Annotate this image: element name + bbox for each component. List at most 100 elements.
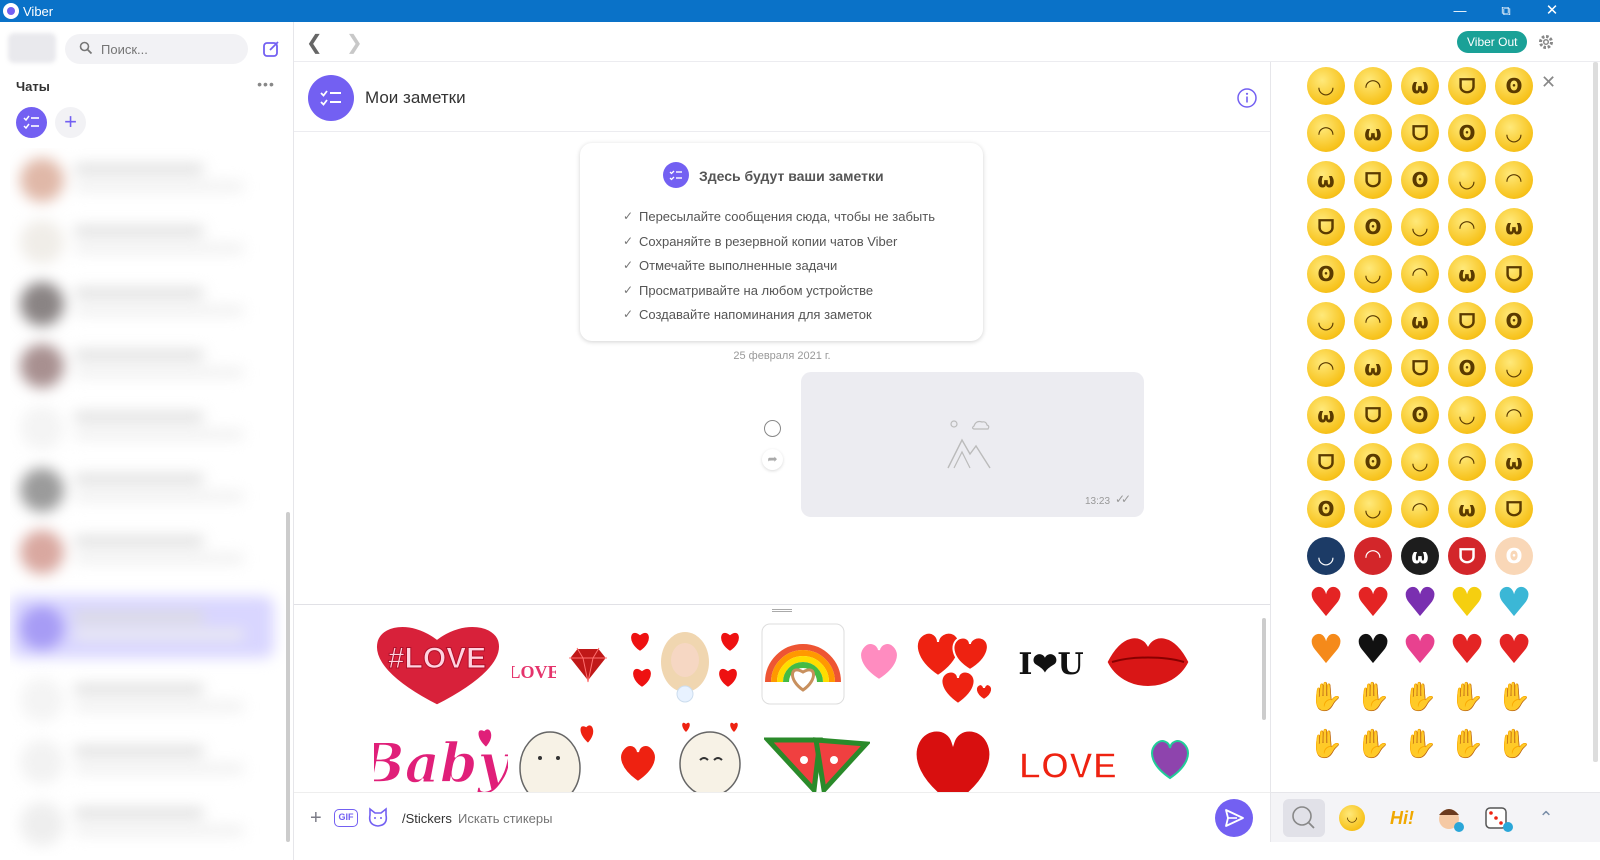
emoji-face-icon[interactable]: ◡ xyxy=(1448,396,1486,434)
send-button[interactable] xyxy=(1215,799,1253,837)
sticker-pack-hi-tab[interactable]: Hi! xyxy=(1381,799,1423,837)
emoji-face-icon[interactable]: ◠ xyxy=(1354,67,1392,105)
sticker-pack-dice-tab[interactable] xyxy=(1477,799,1519,837)
emoji-face-icon[interactable]: ω xyxy=(1401,537,1439,575)
emoji-heart-icon[interactable]: ♥ xyxy=(1401,583,1439,623)
sticker-pack-avatar-tab[interactable] xyxy=(1429,799,1471,837)
emoji-face-icon[interactable]: ᗜ xyxy=(1354,396,1392,434)
my-avatar[interactable] xyxy=(8,33,56,63)
emoji-face-icon[interactable]: ᗜ xyxy=(1495,255,1533,293)
emoji-face-icon[interactable]: ◡ xyxy=(1354,255,1392,293)
emoji-hand-icon[interactable]: ✋ xyxy=(1307,678,1345,716)
chat-list-item[interactable] xyxy=(10,334,274,396)
emoji-heart-icon[interactable]: ♥ xyxy=(1495,583,1533,623)
emoji-hand-icon[interactable]: ✋ xyxy=(1401,678,1439,716)
emoji-face-icon[interactable]: ω xyxy=(1354,114,1392,152)
sticker-cat-icon[interactable] xyxy=(367,807,389,829)
emoji-face-icon[interactable]: ω xyxy=(1448,490,1486,528)
emoji-heart-icon[interactable]: ♥ xyxy=(1401,630,1439,670)
image-message[interactable]: 13:23 ✓✓ xyxy=(801,372,1144,517)
search-box[interactable] xyxy=(65,34,248,64)
attach-plus-button[interactable]: + xyxy=(310,807,322,830)
emoji-hand-icon[interactable]: ✋ xyxy=(1495,725,1533,763)
emoji-search-tab[interactable] xyxy=(1283,799,1325,837)
emoji-face-icon[interactable]: ᗜ xyxy=(1495,490,1533,528)
back-chevron-icon[interactable]: ❮ xyxy=(306,30,323,55)
emoji-face-icon[interactable]: ◡ xyxy=(1401,208,1439,246)
emoji-face-icon[interactable]: ᗜ xyxy=(1354,161,1392,199)
emoji-face-icon[interactable]: ʘ xyxy=(1495,302,1533,340)
sidebar-scrollbar[interactable] xyxy=(286,512,290,842)
sticker-love-heart[interactable]: #LOVE xyxy=(370,620,505,708)
emoji-face-icon[interactable]: ʘ xyxy=(1307,490,1345,528)
chat-list-item[interactable] xyxy=(10,148,274,210)
emoji-face-icon[interactable]: ʘ xyxy=(1448,349,1486,387)
search-input[interactable] xyxy=(101,38,241,60)
emoji-face-icon[interactable]: ᗜ xyxy=(1307,208,1345,246)
emoji-face-icon[interactable]: ʘ xyxy=(1495,67,1533,105)
emoji-heart-icon[interactable]: ♥ xyxy=(1448,630,1486,670)
emoji-heart-icon[interactable]: ♥ xyxy=(1354,583,1392,623)
chat-list-item[interactable] xyxy=(10,730,274,792)
emoji-heart-icon[interactable]: ♥ xyxy=(1307,583,1345,623)
emoji-face-icon[interactable]: ω xyxy=(1307,161,1345,199)
emoji-smiley-tab[interactable]: ◡ xyxy=(1331,799,1373,837)
emoji-hand-icon[interactable]: ✋ xyxy=(1354,678,1392,716)
gif-button[interactable]: GIF xyxy=(334,809,358,827)
chat-list-item[interactable] xyxy=(10,210,274,272)
emoji-face-icon[interactable]: ᗜ xyxy=(1448,67,1486,105)
emoji-face-icon[interactable]: ◠ xyxy=(1307,349,1345,387)
sticker-cat-kiss[interactable] xyxy=(516,720,606,792)
emoji-hand-icon[interactable]: ✋ xyxy=(1354,725,1392,763)
chat-list-item[interactable] xyxy=(10,396,274,458)
emoji-face-icon[interactable]: ◡ xyxy=(1307,302,1345,340)
emoji-face-icon[interactable]: ◡ xyxy=(1448,161,1486,199)
chats-more-button[interactable]: ••• xyxy=(254,76,278,94)
emoji-face-icon[interactable]: ◡ xyxy=(1401,443,1439,481)
emoji-face-icon[interactable]: ω xyxy=(1401,67,1439,105)
sticker-hearts-cluster[interactable] xyxy=(908,620,1000,708)
folder-notes-button[interactable] xyxy=(16,107,47,138)
chevron-up-icon[interactable]: ⌃ xyxy=(1525,799,1567,837)
emoji-face-icon[interactable]: ◠ xyxy=(1401,255,1439,293)
viber-out-button[interactable]: Viber Out xyxy=(1457,31,1528,53)
sticker-i-love-you[interactable]: I❤U xyxy=(1010,638,1092,688)
emoji-hand-icon[interactable]: ✋ xyxy=(1448,678,1486,716)
panel-resize-handle[interactable] xyxy=(294,604,1270,618)
emoji-heart-icon[interactable]: ♥ xyxy=(1354,630,1392,670)
emoji-face-icon[interactable]: ω xyxy=(1307,396,1345,434)
chat-list-item-selected[interactable] xyxy=(10,596,274,658)
sticker-purple-heart[interactable] xyxy=(1148,738,1192,782)
sticker-red-lips[interactable] xyxy=(1102,620,1194,708)
sticker-love-red-text[interactable]: LOVE xyxy=(1016,738,1120,786)
emoji-heart-icon[interactable]: ♥ xyxy=(1307,630,1345,670)
emoji-face-icon[interactable]: ω xyxy=(1495,208,1533,246)
emoji-hand-icon[interactable]: ✋ xyxy=(1495,678,1533,716)
emoji-face-icon[interactable]: ◠ xyxy=(1354,302,1392,340)
chat-list-item[interactable] xyxy=(10,458,274,520)
close-window-button[interactable]: ✕ xyxy=(1529,0,1575,22)
info-icon[interactable] xyxy=(1236,87,1258,109)
emoji-hand-icon[interactable]: ✋ xyxy=(1307,725,1345,763)
emoji-face-icon[interactable]: ʘ xyxy=(1495,537,1533,575)
emoji-face-icon[interactable]: ω xyxy=(1495,443,1533,481)
sticker-pink-heart[interactable] xyxy=(856,640,902,682)
add-folder-button[interactable]: + xyxy=(55,107,86,138)
emoji-face-icon[interactable]: ᗜ xyxy=(1401,114,1439,152)
sticker-big-heart[interactable] xyxy=(908,720,998,792)
emoji-hand-icon[interactable]: ✋ xyxy=(1448,725,1486,763)
forward-chevron-icon[interactable]: ❯ xyxy=(346,30,363,55)
emoji-face-icon[interactable]: ◠ xyxy=(1354,537,1392,575)
emoji-heart-icon[interactable]: ♥ xyxy=(1448,583,1486,623)
emoji-face-icon[interactable]: ◡ xyxy=(1495,114,1533,152)
sticker-small-heart[interactable] xyxy=(616,742,660,784)
emoji-face-icon[interactable]: ʘ xyxy=(1307,255,1345,293)
share-icon[interactable]: ➦ xyxy=(762,449,783,470)
emoji-face-icon[interactable]: ◠ xyxy=(1448,443,1486,481)
emoji-face-icon[interactable]: ʘ xyxy=(1354,443,1392,481)
gear-icon[interactable] xyxy=(1536,32,1556,52)
chat-list-item[interactable] xyxy=(10,520,274,582)
emoji-face-icon[interactable]: ◡ xyxy=(1495,349,1533,387)
emoji-face-icon[interactable]: ᗜ xyxy=(1401,349,1439,387)
emoji-face-icon[interactable]: ◠ xyxy=(1307,114,1345,152)
